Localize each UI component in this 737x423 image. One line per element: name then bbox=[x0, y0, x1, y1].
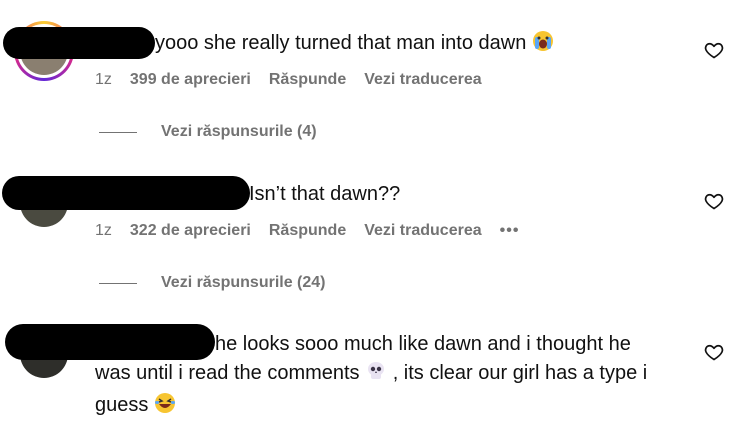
replies-divider bbox=[99, 282, 137, 284]
comment-text-body: Isn’t that dawn?? bbox=[249, 183, 401, 205]
view-replies-label: Vezi răspunsurile (24) bbox=[161, 274, 326, 291]
view-replies-button[interactable]: Vezi răspunsurile (24) bbox=[99, 274, 326, 292]
comment-line-2b: , its clear our girl has a type i bbox=[392, 362, 648, 384]
comment-meta: 1z 399 de aprecieri Răspunde Vezi traduc… bbox=[95, 71, 482, 89]
comment-line-2a: was until i read the comments bbox=[95, 362, 360, 384]
comment-text: Isn’t that dawn?? bbox=[249, 180, 400, 209]
likes-count[interactable]: 322 de aprecieri bbox=[130, 222, 251, 240]
reply-button[interactable]: Răspunde bbox=[269, 222, 346, 240]
comment-time: 1z bbox=[95, 71, 112, 88]
heart-icon[interactable] bbox=[704, 40, 724, 60]
crying-emoji-icon bbox=[532, 30, 554, 61]
skull-emoji-icon bbox=[365, 360, 387, 391]
comment-text: yooo she really turned that man into daw… bbox=[155, 29, 554, 61]
comment-1: yooo she really turned that man into daw… bbox=[0, 0, 737, 160]
comment-time: 1z bbox=[95, 222, 112, 239]
comment-3: he looks sooo much like dawn and i thoug… bbox=[0, 310, 737, 416]
replies-divider bbox=[99, 131, 137, 133]
view-replies-label: Vezi răspunsurile (4) bbox=[161, 123, 317, 140]
comment-2: Isn’t that dawn?? 1z 322 de aprecieri Ră… bbox=[0, 160, 737, 310]
translate-button[interactable]: Vezi traducerea bbox=[364, 222, 481, 240]
translate-button[interactable]: Vezi traducerea bbox=[364, 71, 481, 89]
laughing-emoji-icon bbox=[154, 392, 176, 423]
comment-line-3: guess bbox=[95, 391, 695, 423]
view-replies-button[interactable]: Vezi răspunsurile (4) bbox=[99, 123, 317, 141]
comment-line-1: he looks sooo much like dawn and i thoug… bbox=[215, 333, 631, 355]
heart-icon[interactable] bbox=[704, 191, 724, 211]
comment-meta: 1z 322 de aprecieri Răspunde Vezi traduc… bbox=[95, 222, 519, 240]
likes-count[interactable]: 399 de aprecieri bbox=[130, 71, 251, 89]
redacted-username bbox=[2, 176, 250, 210]
reply-button[interactable]: Răspunde bbox=[269, 71, 346, 89]
comment-line-2: was until i read the comments , its clea… bbox=[95, 359, 695, 391]
redacted-username bbox=[3, 27, 155, 59]
more-icon[interactable]: ••• bbox=[500, 222, 520, 240]
heart-icon[interactable] bbox=[704, 342, 724, 362]
comment-text-body: yooo she really turned that man into daw… bbox=[155, 32, 527, 54]
comment-text: he looks sooo much like dawn and i thoug… bbox=[95, 330, 695, 423]
comment-line-3-text: guess bbox=[95, 394, 149, 416]
